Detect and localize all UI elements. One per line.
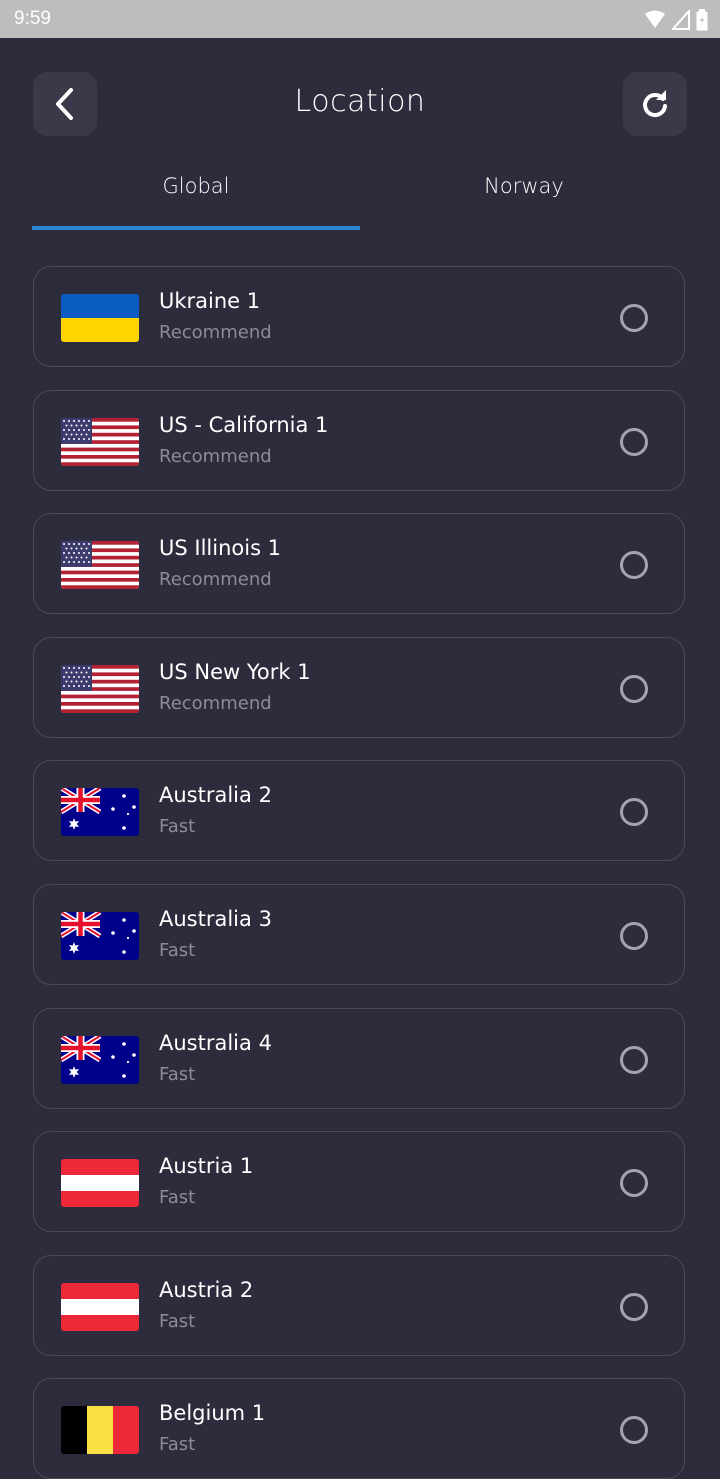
refresh-icon <box>643 90 667 118</box>
location-name: Austria 1 <box>159 1154 254 1179</box>
refresh-button[interactable] <box>623 72 687 136</box>
location-item[interactable]: US - California 1 Recommend <box>33 389 685 491</box>
location-item[interactable]: Belgium 1 Fast <box>33 1378 685 1479</box>
australia-flag-icon <box>61 912 139 960</box>
location-tag: Fast <box>159 1187 196 1209</box>
wifi-icon <box>645 10 665 28</box>
location-name: Australia 4 <box>159 1030 272 1055</box>
tab-global[interactable]: Global <box>32 174 360 198</box>
location-name: Belgium 1 <box>159 1401 266 1426</box>
location-item[interactable]: Australia 2 Fast <box>33 760 685 862</box>
location-radio-button[interactable] <box>620 1416 648 1445</box>
location-item[interactable]: Austria 1 Fast <box>33 1131 685 1233</box>
location-name: Ukraine 1 <box>159 289 261 313</box>
tab-active-indicator <box>32 226 360 230</box>
location-item[interactable]: US Illinois 1 Recommend <box>33 513 685 615</box>
austria-flag-icon <box>61 1159 139 1208</box>
battery-icon <box>696 9 708 31</box>
location-item[interactable]: Australia 4 Fast <box>33 1007 685 1109</box>
location-radio-button[interactable] <box>620 922 648 950</box>
cellular-signal-icon <box>672 10 690 30</box>
usa-flag-icon <box>61 541 139 590</box>
location-name: Australia 2 <box>159 783 272 808</box>
location-radio-button[interactable] <box>620 551 648 580</box>
location-radio-button[interactable] <box>620 1045 648 1074</box>
australia-flag-icon <box>61 788 139 837</box>
location-name: US Illinois 1 <box>159 536 282 561</box>
page-title: Location <box>294 84 426 119</box>
location-radio-button[interactable] <box>620 674 648 703</box>
location-radio-button[interactable] <box>620 798 648 827</box>
location-tag: Recommend <box>159 445 272 467</box>
location-item[interactable]: Austria 2 Fast <box>33 1254 685 1356</box>
location-tag: Recommend <box>159 692 272 714</box>
location-item[interactable]: Australia 3 Fast <box>33 884 685 985</box>
location-tag: Fast <box>159 1310 196 1332</box>
location-tag: Recommend <box>159 322 272 343</box>
location-tag: Fast <box>159 1063 196 1085</box>
ukraine-flag-icon <box>61 294 139 342</box>
location-tag: Recommend <box>159 569 272 591</box>
australia-flag-icon <box>61 1035 139 1084</box>
status-icons <box>644 9 708 31</box>
location-radio-button[interactable] <box>620 1169 648 1198</box>
status-time: 9:59 <box>14 8 51 29</box>
belgium-flag-icon <box>61 1406 139 1455</box>
location-name: Austria 2 <box>159 1277 254 1302</box>
location-tag: Fast <box>159 1434 196 1456</box>
location-tag: Fast <box>159 816 196 838</box>
location-tag: Fast <box>159 940 196 961</box>
location-radio-button[interactable] <box>620 304 648 332</box>
austria-flag-icon <box>61 1282 139 1331</box>
tab-norway[interactable]: Norway <box>360 174 688 198</box>
usa-flag-icon <box>61 417 139 466</box>
location-radio-button[interactable] <box>620 1292 648 1321</box>
usa-flag-icon <box>61 664 139 713</box>
status-bar: 9:59 <box>0 0 720 38</box>
location-name: US New York 1 <box>159 659 311 684</box>
location-radio-button[interactable] <box>620 427 648 456</box>
location-name: US - California 1 <box>159 412 329 437</box>
location-item[interactable]: Ukraine 1 Recommend <box>33 266 685 367</box>
location-item[interactable]: US New York 1 Recommend <box>33 636 685 738</box>
location-name: Australia 3 <box>159 907 272 931</box>
